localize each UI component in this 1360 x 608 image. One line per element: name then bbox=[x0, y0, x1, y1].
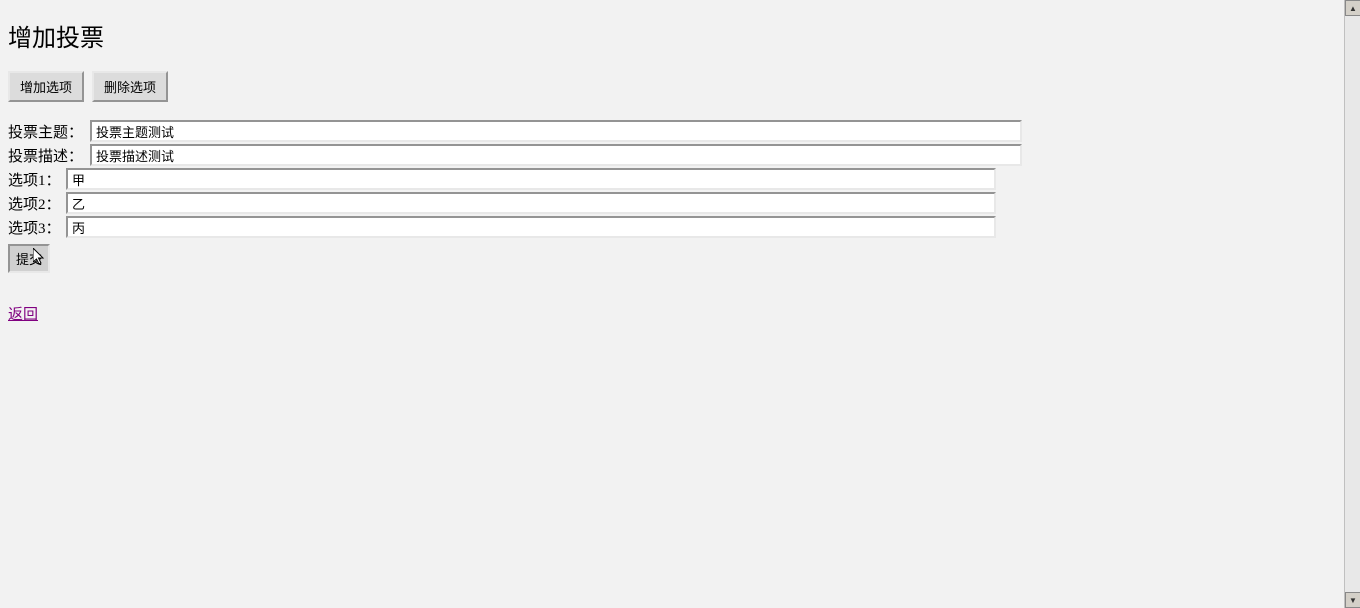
delete-option-button[interactable]: 删除选项 bbox=[92, 71, 168, 102]
scroll-up-arrow-icon[interactable]: ▲ bbox=[1345, 0, 1360, 16]
submit-button[interactable]: 提交 bbox=[8, 244, 50, 273]
option-input-1[interactable] bbox=[66, 168, 996, 190]
vertical-scrollbar[interactable]: ▲ ▼ bbox=[1344, 0, 1360, 608]
option-label: 选项2： bbox=[8, 193, 66, 214]
option-input-3[interactable] bbox=[66, 216, 996, 238]
option-button-row: 增加选项 删除选项 bbox=[8, 71, 1352, 102]
subject-label: 投票主题： bbox=[8, 121, 90, 142]
option-label: 选项3： bbox=[8, 217, 66, 238]
option-input-2[interactable] bbox=[66, 192, 996, 214]
page-title: 增加投票 bbox=[8, 18, 1352, 53]
scroll-down-arrow-icon[interactable]: ▼ bbox=[1345, 592, 1360, 608]
description-input[interactable] bbox=[90, 144, 1022, 166]
back-link[interactable]: 返回 bbox=[8, 303, 38, 324]
option-row: 选项1： bbox=[8, 168, 1352, 190]
submit-row: 提交 bbox=[8, 244, 1352, 273]
option-label: 选项1： bbox=[8, 169, 66, 190]
description-label: 投票描述： bbox=[8, 145, 90, 166]
add-option-button[interactable]: 增加选项 bbox=[8, 71, 84, 102]
option-row: 选项2： bbox=[8, 192, 1352, 214]
subject-row: 投票主题： bbox=[8, 120, 1352, 142]
description-row: 投票描述： bbox=[8, 144, 1352, 166]
option-row: 选项3： bbox=[8, 216, 1352, 238]
subject-input[interactable] bbox=[90, 120, 1022, 142]
